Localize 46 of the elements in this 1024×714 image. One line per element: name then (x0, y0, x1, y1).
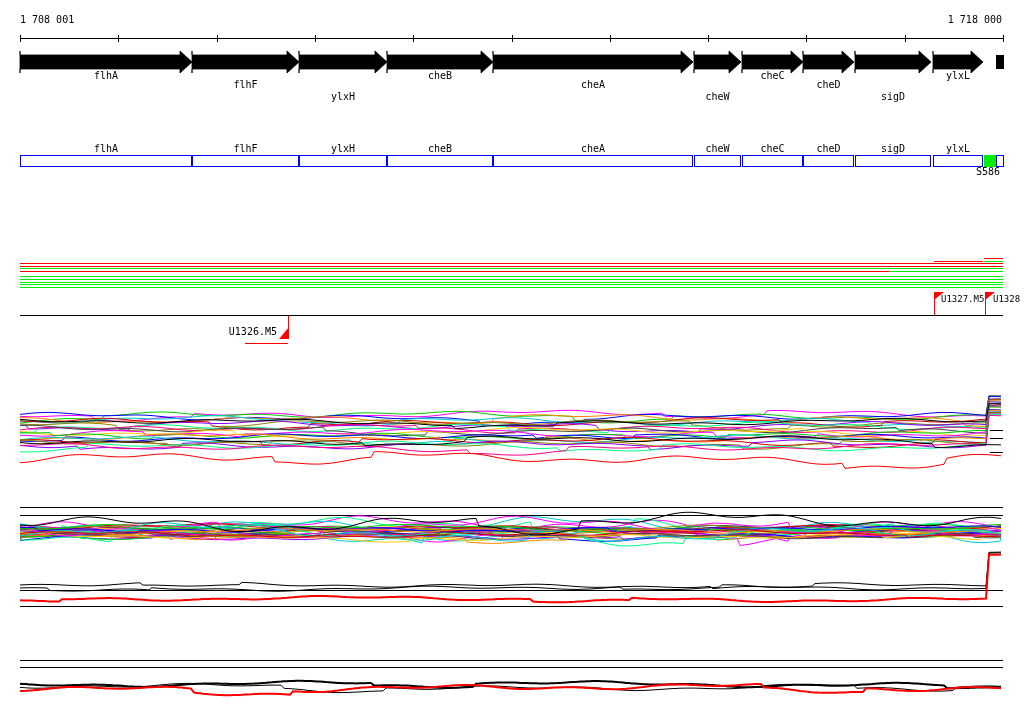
annotation-label: ylxL (945, 143, 971, 154)
gene-arrow[interactable] (191, 50, 300, 74)
gene-label: flhA (93, 70, 119, 81)
annotation-box[interactable] (192, 155, 299, 167)
annotation-box[interactable] (803, 155, 854, 167)
gene-label: sigD (880, 91, 906, 102)
gene-arrow[interactable] (802, 50, 855, 74)
gene-arrow[interactable] (693, 50, 742, 74)
annotation-label: ylxH (330, 143, 356, 154)
gene-label: cheD (816, 79, 841, 90)
marker-flag-icon[interactable] (279, 315, 289, 340)
marker-span (244, 343, 289, 344)
annotation-label: cheD (816, 143, 841, 154)
annotation-label: cheC (760, 143, 785, 154)
annotation-box[interactable] (996, 155, 1004, 167)
gene-label: cheB (427, 70, 453, 81)
annotation-box[interactable] (855, 155, 931, 167)
annotation-box[interactable] (742, 155, 803, 167)
annotation-box[interactable] (387, 155, 493, 167)
marker-flag-icon[interactable] (985, 291, 995, 316)
gene-arrow[interactable] (298, 50, 388, 74)
annotation-label: flhF (233, 143, 258, 154)
gene-arrow[interactable] (492, 50, 694, 74)
ruler-start-label: 1 708 001 (20, 14, 75, 25)
gene-label: flhF (233, 79, 258, 90)
marker-label: U1326.M5 (228, 326, 277, 337)
annotation-label: sigD (880, 143, 906, 154)
annotation-label: flhA (93, 143, 119, 154)
ruler-end-label: 1 718 000 (947, 14, 1002, 25)
gene-label: ylxL (945, 70, 971, 81)
feature-label: S586 (975, 166, 1001, 177)
gene-arrow[interactable] (854, 50, 932, 74)
annotation-label: cheB (427, 143, 453, 154)
marker-label: U1328 (993, 294, 1021, 304)
annotation-box[interactable] (493, 155, 693, 167)
annotation-label: cheA (580, 143, 606, 154)
annotation-box[interactable] (694, 155, 741, 167)
annotation-label: cheW (705, 143, 730, 154)
gene-label: cheW (705, 91, 730, 102)
gene-label: cheC (760, 70, 785, 81)
gene-label: cheA (580, 79, 606, 90)
marker-label: U1327.M5 (941, 294, 985, 304)
annotation-box[interactable] (299, 155, 387, 167)
annotation-box[interactable] (20, 155, 192, 167)
annotation-box[interactable] (933, 155, 983, 167)
gene-label: ylxH (330, 91, 356, 102)
